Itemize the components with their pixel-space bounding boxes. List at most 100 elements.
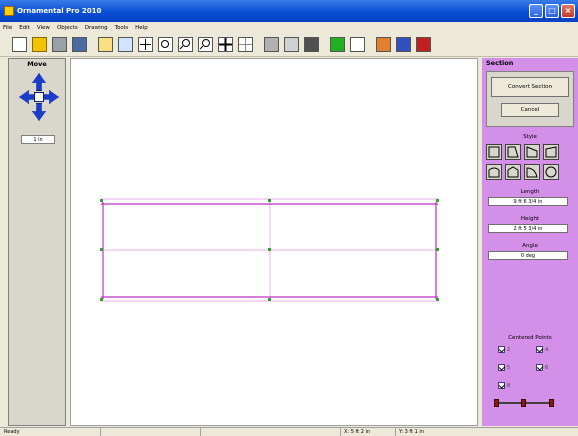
shape-circle-icon <box>264 37 279 52</box>
style-curve-icon[interactable] <box>524 164 540 180</box>
point-8-checkbox[interactable]: 8 <box>498 382 510 389</box>
open-folder-icon <box>32 37 47 52</box>
style-round-icon[interactable] <box>543 164 559 180</box>
move-up-icon[interactable] <box>32 73 46 91</box>
app-window: Ornamental Pro 2010 _ □ × File Edit View… <box>0 0 578 436</box>
picture-button[interactable] <box>374 35 393 54</box>
move-panel: Move 1 in <box>8 58 66 426</box>
menu-tools[interactable]: Tools <box>115 25 129 31</box>
pan-button[interactable] <box>216 35 235 54</box>
grid-button[interactable] <box>236 35 255 54</box>
menu-file[interactable]: File <box>3 25 12 31</box>
menu-objects[interactable]: Objects <box>57 25 78 31</box>
measure-icon <box>98 37 113 52</box>
section-panel: Section Convert Section Cancel Style Len… <box>482 58 578 426</box>
convert-section-button[interactable]: Convert Section <box>491 77 569 97</box>
style-arch-icon[interactable] <box>486 164 502 180</box>
height-label: Height <box>520 216 540 222</box>
height-input[interactable]: 2 ft 5 3/4 in <box>488 224 568 233</box>
minimize-button[interactable]: _ <box>529 4 543 18</box>
angle-label: Angle <box>522 243 538 249</box>
grid-icon <box>238 37 253 52</box>
style-slant-left-icon[interactable] <box>505 144 521 160</box>
green-square-button[interactable] <box>328 35 347 54</box>
section-panel-title: Section <box>486 59 514 67</box>
zoom-in-button[interactable] <box>176 35 195 54</box>
handle-center <box>268 248 271 251</box>
settings-button[interactable] <box>394 35 413 54</box>
save-button[interactable] <box>70 35 89 54</box>
white-square-icon <box>350 37 365 52</box>
handle-top-center <box>268 199 271 202</box>
status-x: X: 5 ft 2 in <box>340 428 395 436</box>
status-pane-1 <box>100 428 200 436</box>
cancel-button[interactable]: Cancel <box>501 103 559 117</box>
menu-view[interactable]: View <box>37 25 50 31</box>
style-slant-right-icon[interactable] <box>524 144 540 160</box>
style-label: Style <box>523 134 537 140</box>
maximize-button[interactable]: □ <box>545 4 559 18</box>
save-icon <box>72 37 87 52</box>
centered-points-label: Centered Points <box>508 335 552 341</box>
menu-drawing[interactable]: Drawing <box>85 25 108 31</box>
point-2-checkbox[interactable]: 2 <box>498 346 510 353</box>
window-controls: _ □ × <box>529 4 575 18</box>
open-button[interactable] <box>30 35 49 54</box>
move-center-icon <box>34 92 44 102</box>
handle-middle-right <box>436 248 439 251</box>
print-button[interactable] <box>50 35 69 54</box>
status-y: Y: 3 ft 1 in <box>395 428 455 436</box>
style-trapezoid-icon[interactable] <box>543 144 559 160</box>
shape-circle-button[interactable] <box>262 35 281 54</box>
new-file-button[interactable] <box>10 35 29 54</box>
add-line-button[interactable] <box>116 35 135 54</box>
style-rect-icon[interactable] <box>486 144 502 160</box>
point-5-checkbox[interactable]: 5 <box>498 364 510 371</box>
shape-circle-outline-icon <box>284 37 299 52</box>
slider-knob-left[interactable] <box>494 399 499 407</box>
toolbar <box>0 33 578 57</box>
style-peak-icon[interactable] <box>505 164 521 180</box>
add-line-icon <box>118 37 133 52</box>
settings-icon <box>396 37 411 52</box>
window-title: Ornamental Pro 2010 <box>17 7 102 15</box>
new-file-icon <box>12 37 27 52</box>
white-square-button[interactable] <box>348 35 367 54</box>
point-6-checkbox[interactable]: 6 <box>536 364 548 371</box>
crosshair-button[interactable] <box>136 35 155 54</box>
move-down-icon[interactable] <box>32 103 46 121</box>
handle-bottom-right <box>436 298 439 301</box>
points-slider[interactable] <box>494 399 554 407</box>
length-label: Length <box>520 189 540 195</box>
move-step-input[interactable]: 1 in <box>21 135 55 144</box>
move-pad <box>19 73 59 121</box>
zoom-out-icon <box>198 37 213 52</box>
picture-icon <box>376 37 391 52</box>
close-button[interactable]: × <box>561 4 575 18</box>
length-input[interactable]: 9 ft 6 3/4 in <box>488 197 568 206</box>
shape-outline-button[interactable] <box>282 35 301 54</box>
angle-input[interactable]: 0 deg <box>488 251 568 260</box>
zoom-out-button[interactable] <box>196 35 215 54</box>
point-4-checkbox[interactable]: 4 <box>536 346 548 353</box>
slider-knob-middle[interactable] <box>521 399 526 407</box>
handle-middle-left <box>100 248 103 251</box>
menu-bar: File Edit View Objects Drawing Tools Hel… <box>0 22 578 33</box>
figure-button[interactable] <box>414 35 433 54</box>
shape-filled-icon <box>304 37 319 52</box>
slider-knob-right[interactable] <box>549 399 554 407</box>
print-icon <box>52 37 67 52</box>
shape-filled-button[interactable] <box>302 35 321 54</box>
green-square-icon <box>330 37 345 52</box>
app-logo-icon <box>4 6 14 16</box>
handle-bottom-left <box>100 298 103 301</box>
status-bar: Ready X: 5 ft 2 in Y: 3 ft 1 in <box>0 427 578 436</box>
figure-icon <box>416 37 431 52</box>
drawing-canvas[interactable] <box>70 58 478 426</box>
zoom-window-button[interactable] <box>156 35 175 54</box>
menu-edit[interactable]: Edit <box>19 25 30 31</box>
zoom-in-icon <box>178 37 193 52</box>
crosshair-icon <box>138 37 153 52</box>
menu-help[interactable]: Help <box>135 25 148 31</box>
measure-button[interactable] <box>96 35 115 54</box>
